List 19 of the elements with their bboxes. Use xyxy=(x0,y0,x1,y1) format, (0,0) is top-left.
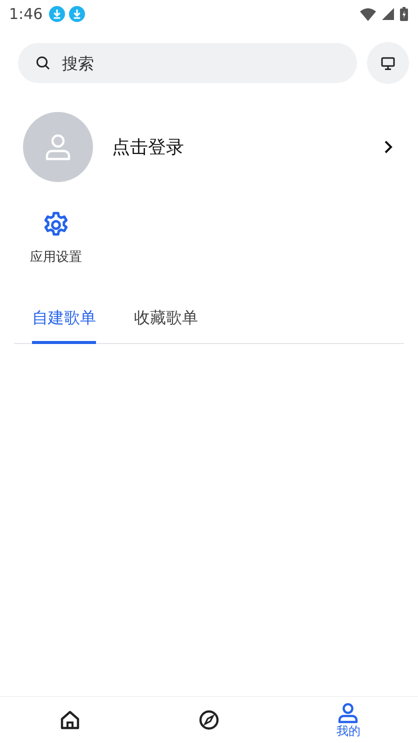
wifi-icon xyxy=(360,8,376,20)
home-icon xyxy=(58,709,81,731)
signal-icon xyxy=(382,8,394,20)
screen-button[interactable] xyxy=(367,42,409,84)
person-icon xyxy=(337,702,360,724)
download-icon xyxy=(48,6,65,22)
nav-tab[interactable]: 我的 xyxy=(278,697,418,743)
download-icon xyxy=(68,6,85,22)
compass-icon xyxy=(198,709,220,731)
chevron-right-icon[interactable] xyxy=(384,140,393,154)
person-icon xyxy=(43,132,73,162)
monitor-icon xyxy=(381,56,395,70)
status-time: 1:46 xyxy=(9,5,43,23)
battery-icon xyxy=(400,7,408,21)
tab[interactable]: 收藏歌单 xyxy=(134,304,198,344)
tab[interactable]: 自建歌单 xyxy=(32,304,96,344)
settings-button[interactable]: 应用设置 xyxy=(30,210,82,266)
search-field[interactable]: 搜索 xyxy=(18,43,357,83)
login-link[interactable]: 点击登录 xyxy=(112,135,184,159)
